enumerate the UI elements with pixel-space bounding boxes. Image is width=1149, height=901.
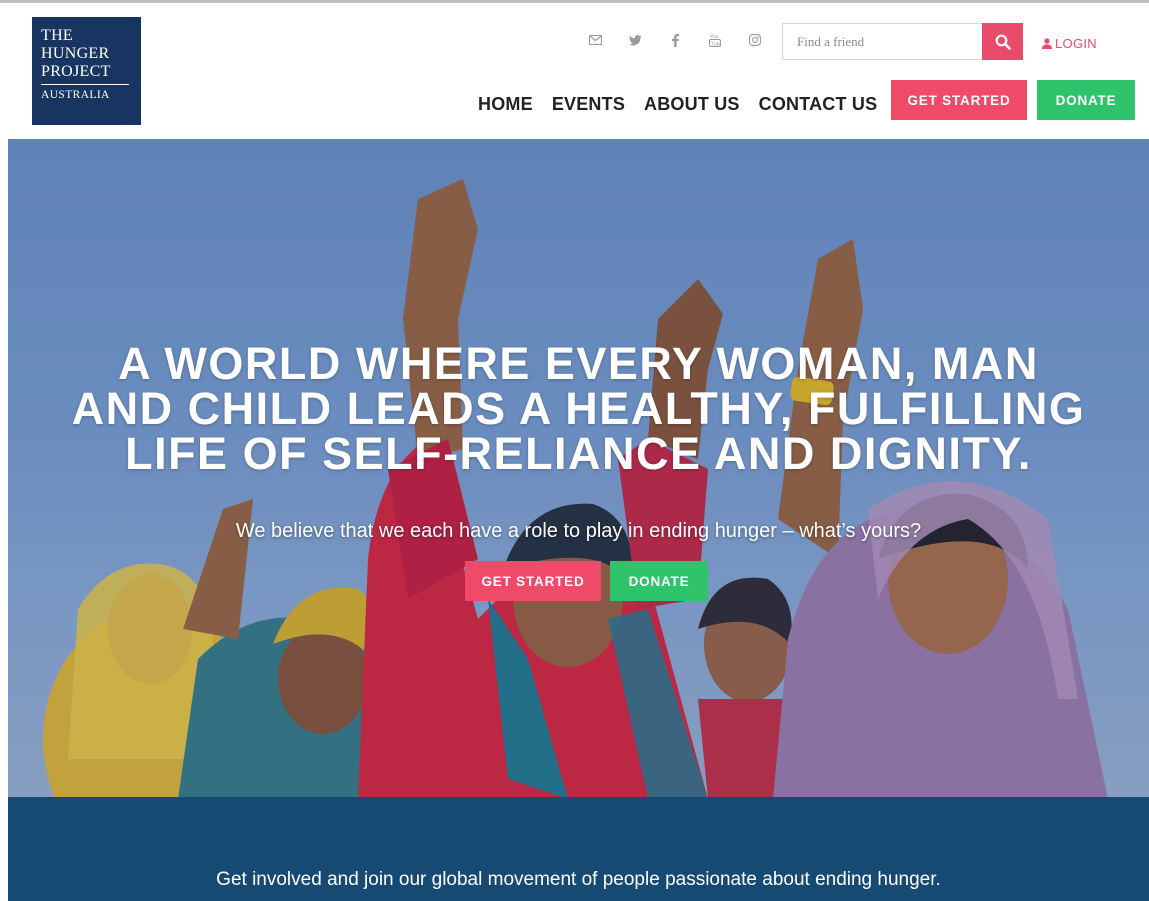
hero-headline-line-1: A WORLD WHERE EVERY WOMAN, MAN bbox=[118, 338, 1039, 389]
site-header: THE HUNGER PROJECT AUSTRALIA You Tube Fi… bbox=[0, 3, 1149, 139]
hero-headline-line-3: LIFE OF SELF-RELIANCE AND DIGNITY. bbox=[125, 428, 1032, 479]
logo-line-1: THE bbox=[41, 27, 74, 44]
login-link[interactable]: LOGIN bbox=[1042, 33, 1097, 53]
nav-events[interactable]: EVENTS bbox=[552, 94, 625, 115]
logo-line-2: HUNGER bbox=[41, 45, 110, 62]
get-involved-text: Get involved and join our global movemen… bbox=[216, 869, 941, 890]
hero-banner: A WORLD WHERE EVERY WOMAN, MAN AND CHILD… bbox=[8, 139, 1149, 797]
youtube-icon[interactable]: You Tube bbox=[704, 29, 726, 51]
login-label: LOGIN bbox=[1055, 35, 1097, 51]
facebook-icon[interactable] bbox=[664, 29, 686, 51]
header-donate-button[interactable]: DONATE bbox=[1037, 80, 1135, 120]
twitter-icon[interactable] bbox=[624, 29, 646, 51]
hunger-project-logo[interactable]: THE HUNGER PROJECT AUSTRALIA bbox=[32, 17, 141, 125]
find-friend-input[interactable] bbox=[783, 24, 983, 59]
instagram-icon[interactable] bbox=[744, 29, 766, 51]
search-box bbox=[782, 23, 1023, 60]
header-get-started-button[interactable]: GET STARTED bbox=[891, 80, 1027, 120]
get-involved-band: Get involved and join our global movemen… bbox=[8, 797, 1149, 901]
social-links: You Tube bbox=[584, 29, 784, 51]
nav-contact-us[interactable]: CONTACT US bbox=[759, 94, 878, 115]
nav-home[interactable]: HOME bbox=[478, 94, 533, 115]
hero-headline-line-2: AND CHILD LEADS A HEALTHY, FULFILLING bbox=[71, 383, 1086, 434]
search-icon bbox=[995, 34, 1011, 50]
logo-line-3: PROJECT bbox=[41, 63, 111, 80]
logo-line-4: AUSTRALIA bbox=[41, 89, 110, 101]
hero-subtitle: We believe that we each have a role to p… bbox=[235, 520, 922, 542]
hero-donate-button[interactable]: DONATE bbox=[610, 561, 708, 601]
hero-headline: A WORLD WHERE EVERY WOMAN, MAN AND CHILD… bbox=[8, 341, 1149, 476]
envelope-icon[interactable] bbox=[584, 29, 606, 51]
logo-rule bbox=[41, 84, 129, 85]
user-icon bbox=[1042, 37, 1052, 49]
svg-text:Tube: Tube bbox=[711, 41, 721, 47]
main-nav: HOME EVENTS ABOUT US CONTACT US bbox=[478, 89, 877, 119]
search-button[interactable] bbox=[982, 23, 1023, 60]
hero-get-started-button[interactable]: GET STARTED bbox=[465, 561, 601, 601]
nav-about-us[interactable]: ABOUT US bbox=[644, 94, 740, 115]
